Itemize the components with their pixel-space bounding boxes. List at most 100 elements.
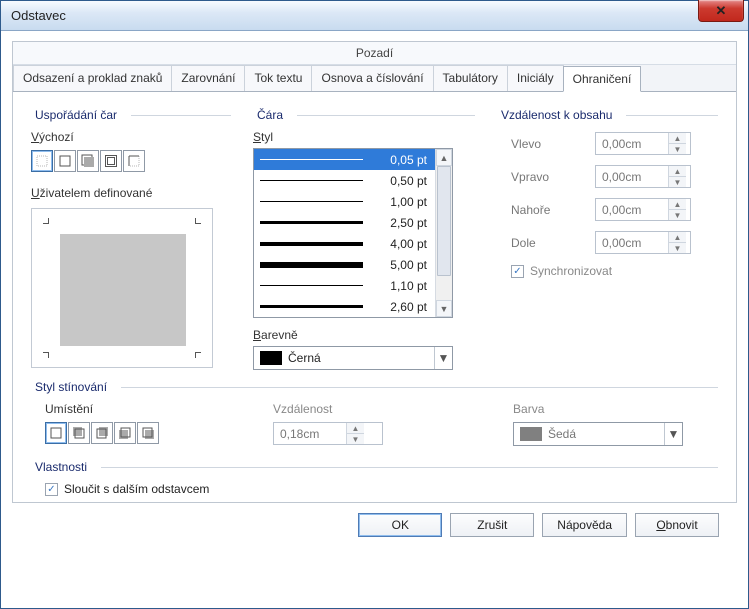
style-item-2[interactable]: 1,00 pt — [254, 191, 435, 212]
style-item-7[interactable]: 2,60 pt — [254, 296, 435, 317]
left-spinner[interactable]: ▲▼ — [595, 132, 691, 155]
shadow-tr[interactable] — [91, 422, 113, 444]
style-listbox[interactable]: 0,05 pt 0,50 pt 1,00 pt 2,50 pt 4,00 pt … — [253, 148, 453, 318]
checkbox-icon: ✓ — [511, 265, 524, 278]
spin-down-icon[interactable]: ▼ — [669, 176, 686, 187]
spin-up-icon[interactable]: ▲ — [669, 166, 686, 176]
shadow-legend: Styl stínování — [31, 380, 111, 394]
shadow-swatch-icon — [520, 427, 542, 441]
spin-down-icon[interactable]: ▼ — [669, 209, 686, 220]
preset-shadow[interactable] — [77, 150, 99, 172]
corner-tl-icon — [43, 218, 53, 228]
scroll-down-icon[interactable]: ▼ — [436, 300, 452, 317]
shadow-dist-label: Vzdálenost — [273, 402, 473, 416]
tab-osnova[interactable]: Osnova a číslování — [311, 65, 433, 91]
merge-checkbox[interactable]: ✓ Sloučit s dalším odstavcem — [45, 482, 718, 496]
spin-up-icon[interactable]: ▲ — [347, 423, 364, 433]
shadow-tl[interactable] — [68, 422, 90, 444]
top-spinner[interactable]: ▲▼ — [595, 198, 691, 221]
bottom-input[interactable] — [596, 232, 668, 253]
sync-label: Synchronizovat — [530, 264, 612, 278]
color-swatch-icon — [260, 351, 282, 365]
scroll-up-icon[interactable]: ▲ — [436, 149, 452, 166]
line-legend: Čára — [253, 108, 287, 122]
left-label: Vlevo — [511, 137, 595, 151]
rule-icon — [101, 467, 718, 468]
style-item-1[interactable]: 0,50 pt — [254, 170, 435, 191]
style-item-4[interactable]: 4,00 pt — [254, 233, 435, 254]
userdef-label: Uživatelem definované — [31, 186, 231, 200]
properties-legend: Vlastnosti — [31, 460, 91, 474]
tab-ohraniceni[interactable]: Ohraničení — [563, 66, 642, 92]
corner-br-icon — [191, 348, 201, 358]
shadow-pos-label: Umístění — [45, 402, 233, 416]
shadow-none[interactable] — [45, 422, 67, 444]
spin-down-icon[interactable]: ▼ — [347, 433, 364, 444]
chevron-down-icon: ▼ — [664, 423, 682, 445]
button-bar: OK Zrušit Nápověda Obnovit — [12, 503, 737, 537]
window-title: Odstavec — [11, 8, 66, 23]
preset-none[interactable] — [31, 150, 53, 172]
rule-icon — [297, 115, 475, 116]
cancel-button[interactable]: Zrušit — [450, 513, 534, 537]
shadow-color-label: Barva — [513, 402, 718, 416]
shadow-dist-input[interactable] — [274, 423, 346, 444]
style-scrollbar[interactable]: ▲ ▼ — [435, 149, 452, 317]
style-item-0[interactable]: 0,05 pt — [254, 149, 435, 170]
spin-up-icon[interactable]: ▲ — [669, 232, 686, 242]
shadow-br[interactable] — [137, 422, 159, 444]
color-label: Barevně — [253, 328, 475, 342]
scroll-thumb[interactable] — [437, 166, 451, 276]
close-button[interactable]: ✕ — [698, 0, 744, 22]
help-button[interactable]: Nápověda — [542, 513, 627, 537]
left-input[interactable] — [596, 133, 668, 154]
top-label: Nahoře — [511, 203, 595, 217]
shadow-color-combo[interactable]: Šedá ▼ — [513, 422, 683, 446]
style-label: Styl — [253, 130, 475, 144]
tab-zarovnani[interactable]: Zarovnání — [171, 65, 245, 91]
preset-double[interactable] — [100, 150, 122, 172]
reset-button[interactable]: Obnovit — [635, 513, 719, 537]
spin-up-icon[interactable]: ▲ — [669, 133, 686, 143]
close-icon: ✕ — [716, 3, 727, 19]
tab-tok-textu[interactable]: Tok textu — [244, 65, 312, 91]
bottom-spinner[interactable]: ▲▼ — [595, 231, 691, 254]
shadow-dist-spinner[interactable]: ▲▼ — [273, 422, 383, 445]
bottom-label: Dole — [511, 236, 595, 250]
userdef-inner — [60, 234, 186, 346]
dialog-window: Odstavec ✕ Pozadí Odsazení a proklad zna… — [0, 0, 749, 609]
ok-button[interactable]: OK — [358, 513, 442, 537]
top-input[interactable] — [596, 199, 668, 220]
right-input[interactable] — [596, 166, 668, 187]
arrangement-legend: Uspořádání čar — [31, 108, 121, 122]
titlebar[interactable]: Odstavec ✕ — [1, 1, 748, 31]
shadow-bl[interactable] — [114, 422, 136, 444]
subheader: Pozadí — [13, 42, 736, 65]
spin-up-icon[interactable]: ▲ — [669, 199, 686, 209]
rule-icon — [131, 115, 231, 116]
preset-corner[interactable] — [123, 150, 145, 172]
line-color-value: Černá — [288, 351, 434, 365]
style-item-5[interactable]: 5,00 pt — [254, 254, 435, 275]
spin-down-icon[interactable]: ▼ — [669, 242, 686, 253]
corner-tr-icon — [191, 218, 201, 228]
tab-tabulatory[interactable]: Tabulátory — [433, 65, 508, 91]
style-item-3[interactable]: 2,50 pt — [254, 212, 435, 233]
checkbox-icon: ✓ — [45, 483, 58, 496]
tab-odsazeni[interactable]: Odsazení a proklad znaků — [13, 65, 172, 91]
rule-icon — [626, 115, 718, 116]
line-color-combo[interactable]: Černá ▼ — [253, 346, 453, 370]
userdef-preview[interactable] — [31, 208, 213, 368]
chevron-down-icon: ▼ — [434, 347, 452, 369]
preset-row — [31, 150, 231, 172]
sync-checkbox[interactable]: ✓ Synchronizovat — [511, 264, 718, 278]
spin-down-icon[interactable]: ▼ — [669, 143, 686, 154]
spacing-legend: Vzdálenost k obsahu — [497, 108, 616, 122]
merge-label: Sloučit s dalším odstavcem — [64, 482, 209, 496]
right-label: Vpravo — [511, 170, 595, 184]
tab-bar: Odsazení a proklad znaků Zarovnání Tok t… — [13, 65, 736, 92]
right-spinner[interactable]: ▲▼ — [595, 165, 691, 188]
preset-box[interactable] — [54, 150, 76, 172]
style-item-6[interactable]: 1,10 pt — [254, 275, 435, 296]
tab-inicialy[interactable]: Iniciály — [507, 65, 564, 91]
